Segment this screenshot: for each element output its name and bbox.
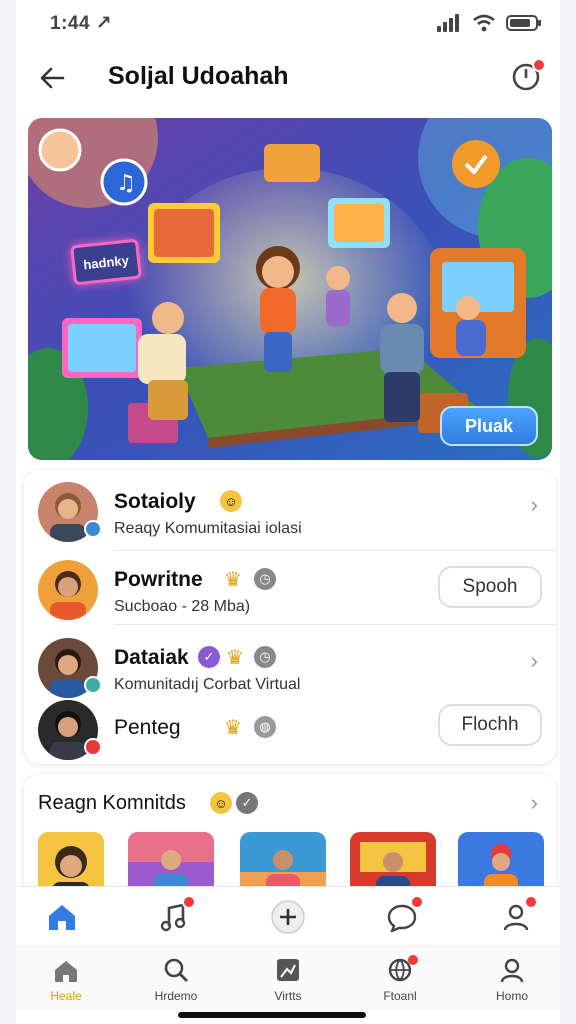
battery-icon: [506, 15, 541, 31]
emoji-icon: ☺: [210, 792, 232, 814]
tab-profile[interactable]: Homo: [472, 955, 552, 1007]
live-badge: [84, 738, 102, 756]
crown-icon: ♛: [224, 568, 242, 591]
tab-label: Ftoanl: [383, 989, 417, 1003]
verified-icon: ✓: [198, 646, 220, 668]
action-button[interactable]: Spooh: [438, 566, 542, 608]
status-icons: [436, 14, 542, 32]
verified-badge: [84, 520, 102, 538]
action-bar: [16, 886, 560, 946]
person-icon: [500, 958, 524, 983]
home-indicator[interactable]: [178, 1012, 366, 1018]
tab-social[interactable]: Ftoanl: [360, 955, 440, 1007]
item-name: Sotaioly: [114, 490, 196, 513]
notification-dot: [410, 895, 424, 909]
clock-icon: ◷: [254, 646, 276, 668]
check-icon: ✓: [236, 792, 258, 814]
tab-virtual[interactable]: Virtts: [248, 955, 328, 1007]
status-bar: 1:44 ↗: [16, 8, 560, 38]
back-arrow-icon: [40, 67, 65, 89]
search-icon: [164, 958, 188, 982]
hero-sign: hadnky: [70, 238, 142, 286]
page-title: Soljal Udoahah: [108, 62, 289, 90]
item-subtitle: Sucboao - 28 Mba): [114, 598, 251, 615]
svg-text:♫: ♫: [116, 171, 136, 196]
communities-section: Reagn Komnitds ☺ ✓ ›: [24, 774, 556, 904]
hero-banner[interactable]: ♫ hadnky Pluak: [28, 118, 552, 460]
wifi-icon: [473, 14, 495, 32]
back-button[interactable]: [36, 62, 68, 94]
notification-dot: [182, 895, 196, 909]
tab-search[interactable]: Hrdemo: [136, 955, 216, 1007]
chevron-right-icon[interactable]: ›: [531, 492, 538, 518]
tab-home[interactable]: Heale: [26, 955, 106, 1007]
item-name: Dataiak: [114, 646, 189, 669]
shield-icon: ◍: [254, 716, 276, 738]
chevron-right-icon[interactable]: ›: [531, 790, 538, 816]
list-item[interactable]: Powritne ♛ ◷ Sucboao - 28 Mba) Spooh: [24, 550, 556, 626]
profile-action[interactable]: [496, 895, 538, 935]
app-header: Soljal Udoahah: [16, 50, 560, 106]
notification-dot: [524, 895, 538, 909]
hero-play-button[interactable]: Pluak: [440, 406, 538, 446]
tab-label: Virtts: [274, 989, 302, 1003]
home-action[interactable]: [42, 899, 82, 935]
chevron-right-icon[interactable]: ›: [531, 648, 538, 674]
item-subtitle: Reaqy Komumitasiai iolasi: [114, 520, 302, 537]
gallery-icon: [277, 959, 299, 981]
item-name: Powritne: [114, 568, 203, 591]
chat-action[interactable]: [382, 895, 424, 935]
notification-dot: [408, 955, 418, 965]
signal-icon: [437, 14, 459, 32]
status-time: 1:44 ↗: [50, 13, 113, 34]
avatar: [38, 560, 98, 620]
list-item[interactable]: Sotaioly ☺ Reaqy Komumitasiai iolasi ›: [24, 472, 556, 548]
action-button[interactable]: Flochh: [438, 704, 542, 746]
phone-screen: 1:44 ↗ Soljal Udoahah ♫ hadnky Pluak Sot…: [16, 0, 560, 1024]
create-action[interactable]: [268, 899, 308, 935]
plus-icon: [271, 900, 305, 934]
emoji-icon: ☺: [220, 490, 242, 512]
notification-dot: [532, 58, 546, 72]
tab-label: Hrdemo: [154, 989, 198, 1003]
timer-button[interactable]: [510, 58, 546, 96]
crown-icon: ♛: [224, 716, 242, 739]
community-list: Sotaioly ☺ Reaqy Komumitasiai iolasi › P…: [24, 470, 556, 764]
home-icon: [49, 905, 75, 930]
tab-bar: Heale Hrdemo Virtts Ftoanl Homo: [16, 946, 560, 1010]
list-item[interactable]: Penteg ♛ ◍ Flochh: [24, 690, 556, 766]
home-icon: [55, 961, 77, 982]
crown-icon: ♛: [226, 646, 244, 669]
clock-icon: ◷: [254, 568, 276, 590]
divider: [114, 624, 556, 625]
tab-label: Homo: [495, 989, 528, 1003]
tab-label: Heale: [50, 989, 82, 1003]
music-action[interactable]: [154, 895, 196, 935]
item-name: Penteg: [114, 716, 181, 739]
section-title: Reagn Komnitds: [38, 792, 186, 814]
